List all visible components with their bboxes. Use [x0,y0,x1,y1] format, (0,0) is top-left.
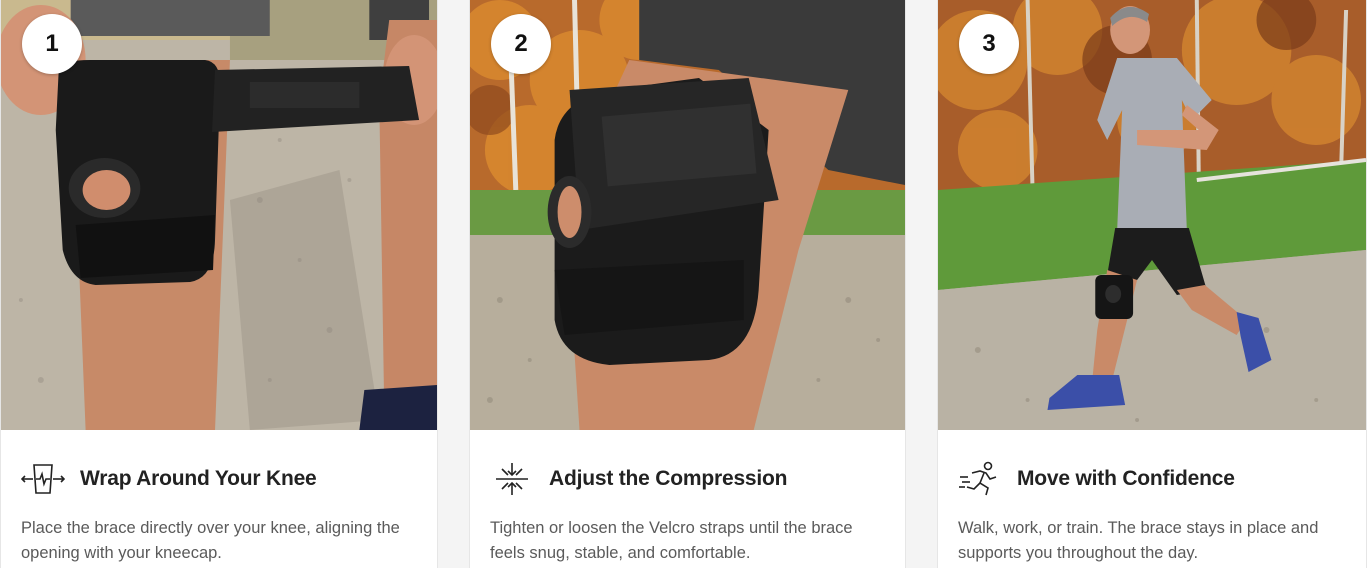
step-card-1: 1 Wrap Around Your Knee Place the brace … [0,0,438,568]
step-description: Tighten or loosen the Velcro straps unti… [490,519,853,562]
step-3-photo: 3 [938,0,1366,430]
knee-wrap-icon [21,461,65,497]
step-description: Place the brace directly over your knee,… [21,519,400,562]
step-title: Adjust the Compression [549,467,788,490]
step-description: Walk, work, or train. The brace stays in… [958,519,1319,562]
step-title: Move with Confidence [1017,467,1235,490]
step-1-photo: 1 [1,0,437,430]
step-number-badge: 2 [491,14,551,74]
compression-arrows-icon [490,461,534,497]
step-card-2: 2 Adjust the Compression Tighten or loos… [469,0,906,568]
step-number-badge: 3 [959,14,1019,74]
step-number-badge: 1 [22,14,82,74]
step-card-3: 3 Move with Confidence Walk, work, or tr… [937,0,1367,568]
step-title: Wrap Around Your Knee [80,467,317,490]
step-2-photo: 2 [470,0,905,430]
running-person-icon [958,461,1002,497]
steps-section: 1 Wrap Around Your Knee Place the brace … [0,0,1367,568]
